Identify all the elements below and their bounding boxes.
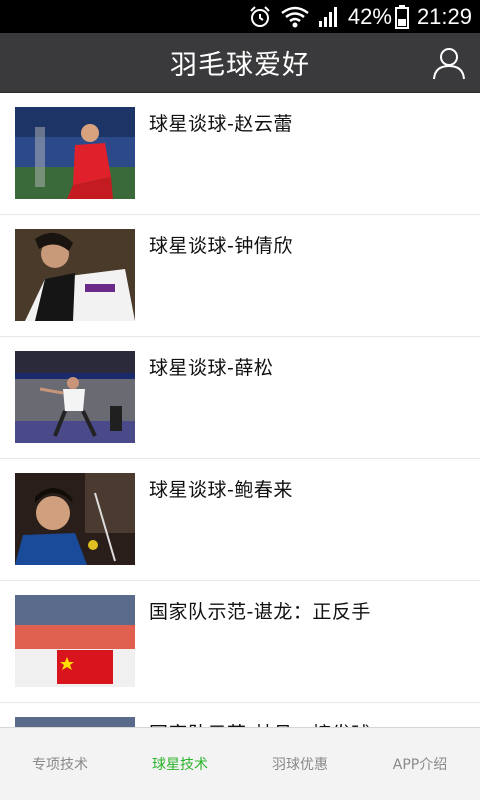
- user-button[interactable]: [430, 44, 468, 82]
- app-header: 羽毛球爱好: [0, 33, 480, 93]
- list-item[interactable]: 球星谈球-赵云蕾: [0, 93, 480, 215]
- thumbnail-image: [15, 351, 135, 443]
- alarm-icon: [250, 5, 270, 27]
- status-bar: 42% 21:29: [0, 0, 480, 33]
- list-item-title: 国家队示范-谌龙：正反手: [149, 601, 371, 623]
- thumbnail-image: [15, 595, 135, 687]
- list-item-title: 球星谈球-钟倩欣: [149, 235, 293, 257]
- bottom-tab-bar: 专项技术 球星技术 羽球优惠 APP介绍: [0, 727, 480, 800]
- thumbnail-image: [15, 107, 135, 199]
- thumbnail-image: [15, 473, 135, 565]
- page-title: 羽毛球爱好: [170, 50, 310, 81]
- tab-badminton-deals[interactable]: 羽球优惠: [240, 728, 360, 800]
- thumbnail-image: [15, 229, 135, 321]
- list-item-title: 国家队示范-林丹：接发球: [149, 719, 371, 727]
- tab-special-skills[interactable]: 专项技术: [0, 728, 120, 800]
- tab-star-skills[interactable]: 球星技术: [120, 728, 240, 800]
- clock: 21:29: [416, 3, 472, 29]
- signal-icon: [318, 6, 337, 27]
- list-item-title: 球星谈球-鲍春来: [149, 479, 293, 501]
- user-icon: [433, 48, 465, 80]
- list-item[interactable]: 国家队示范-谌龙：正反手: [0, 581, 480, 703]
- thumbnail-image: [15, 717, 135, 727]
- wifi-icon: [281, 6, 309, 27]
- list-item[interactable]: 球星谈球-薛松: [0, 337, 480, 459]
- list-item-title: 球星谈球-薛松: [149, 357, 274, 379]
- list-item-title: 球星谈球-赵云蕾: [149, 113, 293, 135]
- article-list[interactable]: 球星谈球-赵云蕾 球星谈球-钟倩欣 球星谈球-薛松 球星谈球-鲍春来 国家队示范…: [0, 93, 480, 727]
- list-item[interactable]: 国家队示范-林丹：接发球: [0, 703, 480, 727]
- list-item[interactable]: 球星谈球-钟倩欣: [0, 215, 480, 337]
- list-item[interactable]: 球星谈球-鲍春来: [0, 459, 480, 581]
- battery-icon: [394, 4, 409, 29]
- tab-app-intro[interactable]: APP介绍: [360, 728, 480, 800]
- battery-percent: 42%: [347, 3, 392, 29]
